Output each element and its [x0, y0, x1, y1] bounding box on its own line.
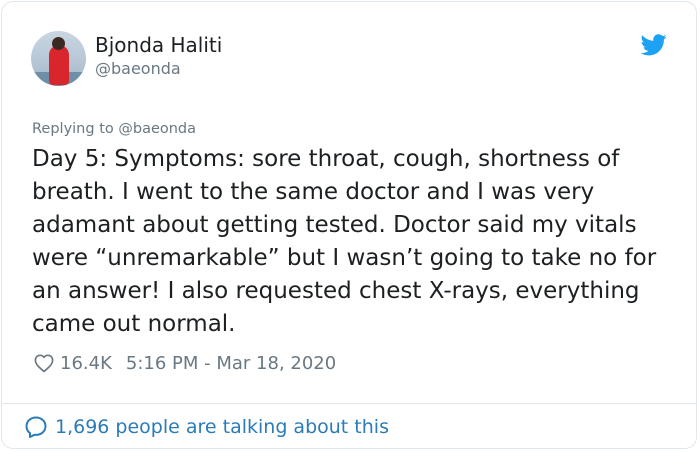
avatar-head: [52, 37, 65, 50]
divider: [1, 403, 697, 404]
avatar[interactable]: [31, 31, 86, 86]
conversation-link[interactable]: 1,696 people are talking about this: [24, 414, 389, 440]
tweet-text: Day 5: Symptoms: sore throat, cough, sho…: [32, 146, 657, 337]
heart-icon[interactable]: [33, 352, 55, 374]
avatar-figure: [49, 45, 69, 85]
replying-to: Replying to @baeonda: [32, 121, 196, 137]
twitter-bird-icon[interactable]: [641, 34, 667, 56]
speech-bubble-icon: [25, 416, 47, 438]
like-count[interactable]: 16.4K: [60, 353, 112, 374]
tweet-meta: 16.4K 5:16 PM - Mar 18, 2020: [33, 350, 336, 376]
conversation-text: 1,696 people are talking about this: [55, 416, 389, 438]
author-handle[interactable]: @baeonda: [95, 59, 181, 78]
replying-to-handle[interactable]: @baeonda: [118, 121, 196, 137]
replying-prefix: Replying to: [32, 121, 114, 137]
author-name[interactable]: Bjonda Haliti: [95, 33, 222, 57]
tweet-timestamp[interactable]: 5:16 PM - Mar 18, 2020: [126, 353, 336, 374]
